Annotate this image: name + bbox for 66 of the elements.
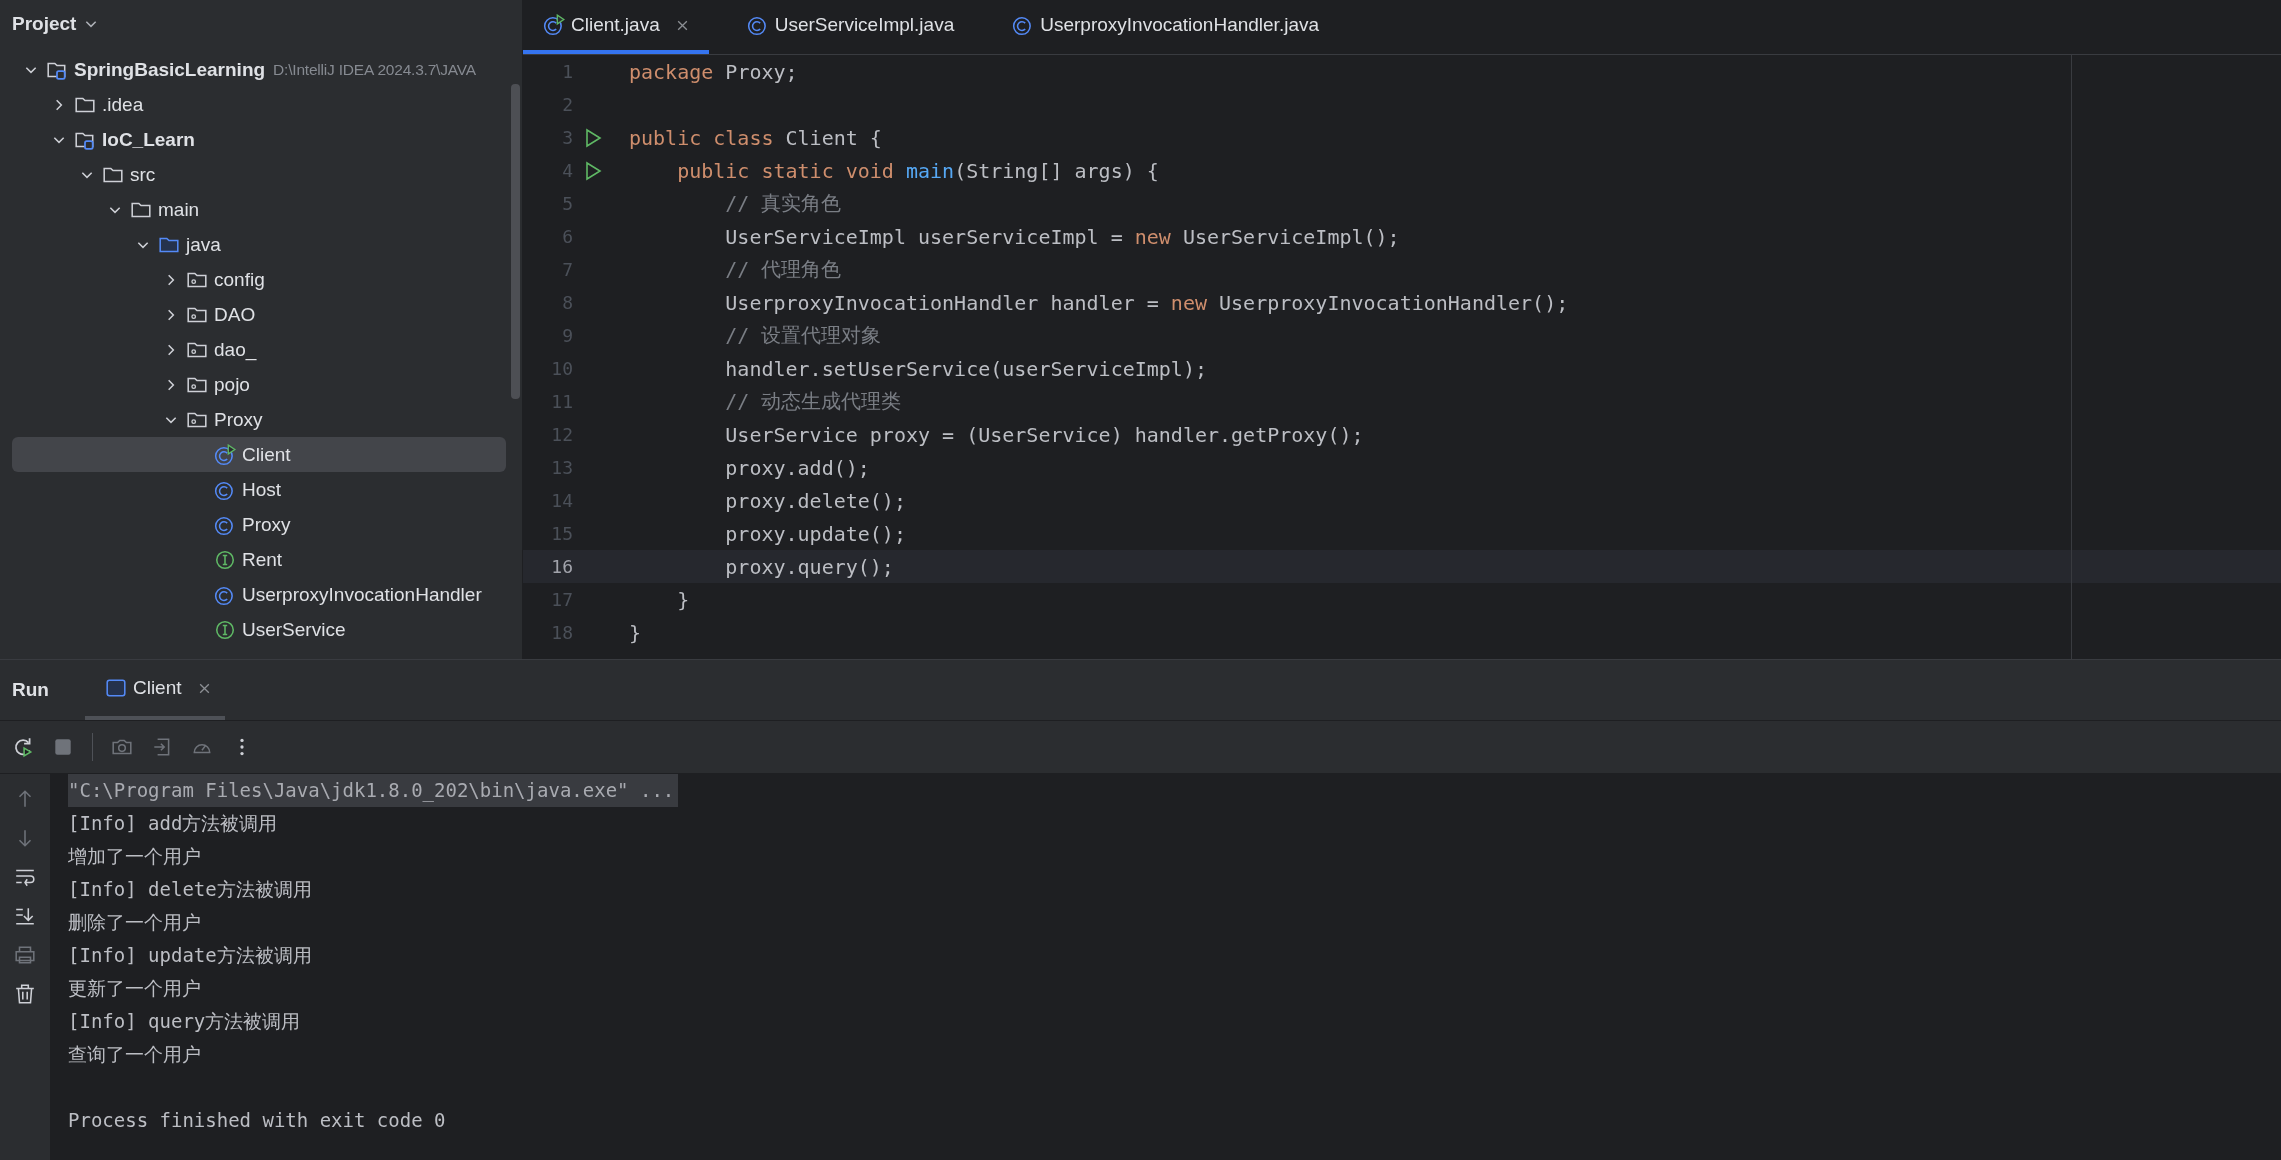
scrollbar-thumb[interactable] xyxy=(511,84,520,399)
tree-item[interactable]: pojo xyxy=(12,367,506,402)
tree-item[interactable]: IoC_Learn xyxy=(12,122,506,157)
runnable-class-icon xyxy=(214,443,236,466)
console-output: [Info] update方法被调用 xyxy=(68,943,313,968)
console-output: [Info] delete方法被调用 xyxy=(68,877,313,902)
trash-icon[interactable] xyxy=(14,983,36,1005)
code-line: // 代理角色 xyxy=(724,256,842,283)
code-line: proxy.query(); xyxy=(724,554,894,579)
tree-item[interactable]: SpringBasicLearning D:\IntelliJ IDEA 2024.3.7\JAVA xyxy=(12,52,506,87)
tree-item[interactable]: config xyxy=(12,262,506,297)
code-line: UserService proxy = (UserService) handler.getProxy(); xyxy=(724,422,1364,447)
console-output: 更新了一个用户 xyxy=(68,976,202,1001)
scroll-to-end-icon[interactable] xyxy=(14,905,36,927)
tree-item[interactable]: src xyxy=(12,157,506,192)
tree-item[interactable]: java xyxy=(12,227,506,262)
code-line: // 设置代理对象 xyxy=(724,322,882,349)
interface-icon xyxy=(214,548,236,571)
editor-tab[interactable]: Client.java xyxy=(523,0,709,54)
console-command: "C:\Program Files\Java\jdk1.8.0_202\bin\java.exe" ... xyxy=(68,774,679,807)
code-line: public class Client { xyxy=(629,125,882,150)
console-output: [Info] add方法被调用 xyxy=(68,811,279,836)
code-line: // 真实角色 xyxy=(724,190,842,217)
line-number: 16 xyxy=(550,556,573,577)
run-panel-title: Run xyxy=(11,679,50,701)
console-output: Process finished with exit code 0 xyxy=(68,1108,447,1133)
class-icon xyxy=(746,14,769,36)
tree-item[interactable]: UserproxyInvocationHandler xyxy=(12,577,506,612)
console-output: [Info] query方法被调用 xyxy=(68,1009,302,1034)
tree-item[interactable]: Host xyxy=(12,472,506,507)
tree-item[interactable]: Proxy xyxy=(12,507,506,542)
runnable-class-icon xyxy=(543,14,565,36)
run-icon[interactable] xyxy=(583,127,603,148)
tree-item[interactable]: main xyxy=(12,192,506,227)
tree-item[interactable]: Rent xyxy=(12,542,506,577)
interface-icon xyxy=(214,618,236,641)
rerun-icon[interactable] xyxy=(12,736,34,758)
editor-tab[interactable]: UserServiceImpl.java xyxy=(726,0,975,54)
console-icon xyxy=(104,677,127,699)
close-icon[interactable] xyxy=(675,18,689,32)
code-line: package Proxy; xyxy=(629,59,798,84)
close-icon[interactable] xyxy=(197,681,211,695)
code-line: UserproxyInvocationHandler handler = new UserproxyInvocationHandler(); xyxy=(724,290,1569,315)
code-line: // 动态生成代理类 xyxy=(724,388,902,415)
tree-item[interactable]: UserService xyxy=(12,612,506,647)
console-output: 删除了一个用户 xyxy=(68,910,202,935)
console-output: 增加了一个用户 xyxy=(68,844,202,869)
console-output: 查询了一个用户 xyxy=(68,1042,202,1067)
run-tab[interactable]: Client xyxy=(84,660,225,720)
run-icon[interactable] xyxy=(583,160,603,181)
tree-item[interactable]: dao_ xyxy=(12,332,506,367)
code-line: } xyxy=(676,587,690,612)
project-panel-title[interactable]: Project xyxy=(12,13,77,35)
code-line: proxy.delete(); xyxy=(724,488,906,513)
project-path: D:\IntelliJ IDEA 2024.3.7\JAVA xyxy=(273,60,476,79)
code-line: handler.setUserService(userServiceImpl); xyxy=(724,356,1207,381)
code-line: } xyxy=(629,620,642,645)
tree-item[interactable]: DAO xyxy=(12,297,506,332)
tree-item[interactable]: .idea xyxy=(12,87,506,122)
code-line: public static void main(String[] args) { xyxy=(676,158,1159,183)
tree-item[interactable]: Client xyxy=(12,437,506,472)
tree-item[interactable]: Proxy xyxy=(12,402,506,437)
code-line: UserServiceImpl userServiceImpl = new UserServiceImpl(); xyxy=(724,224,1400,249)
code-line: proxy.add(); xyxy=(724,455,870,480)
code-line: proxy.update(); xyxy=(724,521,906,546)
editor-tab[interactable]: UserproxyInvocationHandler.java xyxy=(992,0,1340,54)
